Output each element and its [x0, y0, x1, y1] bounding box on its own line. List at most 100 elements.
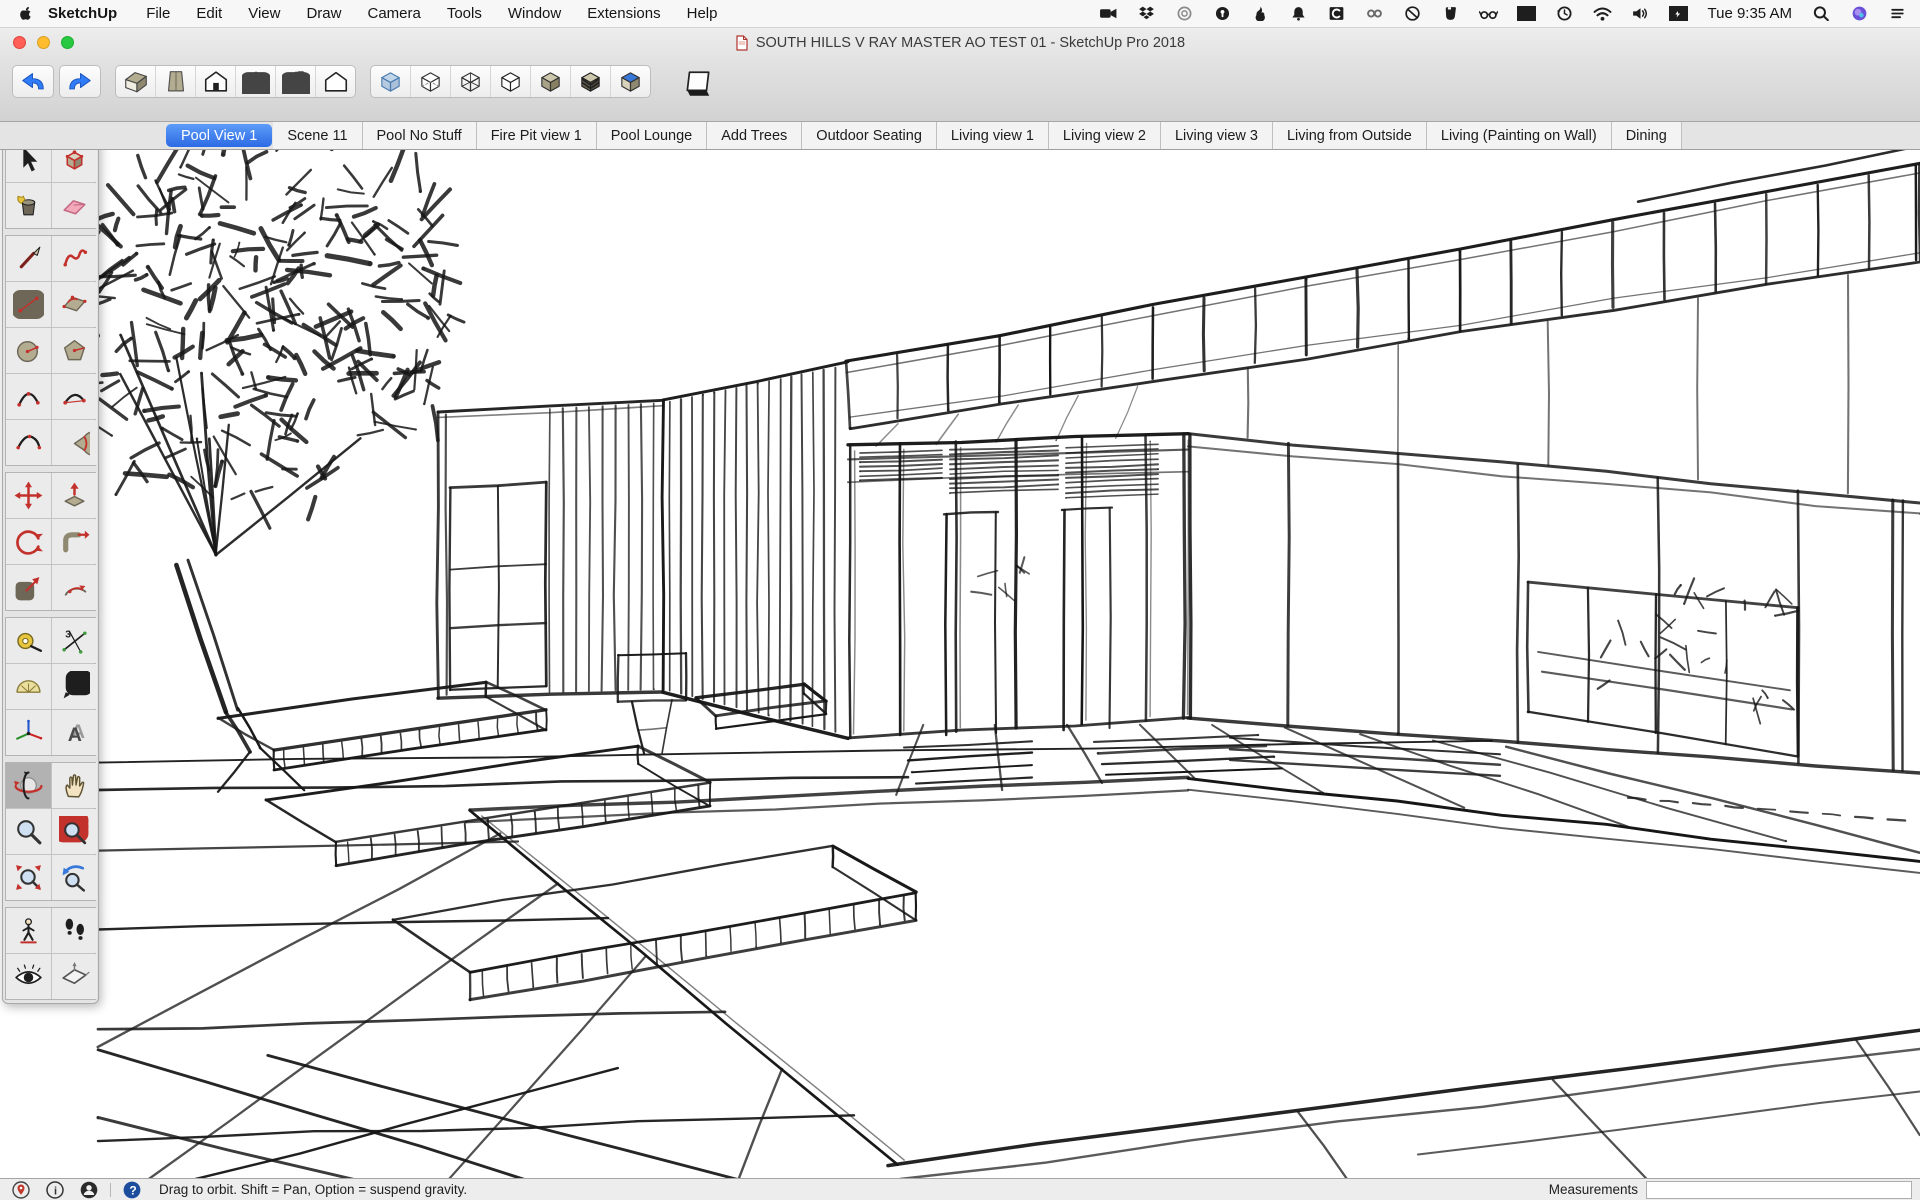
- previous-tool[interactable]: [52, 855, 97, 900]
- menubar-screenshot[interactable]: [1514, 3, 1540, 25]
- status-account-button[interactable]: [76, 1179, 102, 1201]
- menubar-glasses[interactable]: [1476, 3, 1502, 25]
- face-style-shaded-button[interactable]: [531, 66, 571, 97]
- menubar-battery[interactable]: [1666, 3, 1692, 25]
- menubar-screen-mirroring[interactable]: [1096, 3, 1122, 25]
- app-menu-title[interactable]: SketchUp: [40, 5, 133, 22]
- tab-fire-pit-view-1[interactable]: Fire Pit view 1: [476, 122, 597, 149]
- tab-dining[interactable]: Dining: [1611, 122, 1682, 149]
- protractor-tool[interactable]: [6, 664, 51, 709]
- menubar-siri[interactable]: [1846, 3, 1872, 25]
- menu-tools[interactable]: Tools: [434, 5, 495, 22]
- tab-outdoor-seating[interactable]: Outdoor Seating: [802, 122, 937, 149]
- redo-button[interactable]: [59, 65, 101, 98]
- menubar-time-machine[interactable]: [1552, 3, 1578, 25]
- circle-tool[interactable]: [6, 328, 51, 373]
- tab-pool-view-1[interactable]: Pool View 1: [166, 124, 273, 147]
- section-plane-tool[interactable]: [52, 954, 97, 999]
- tab-living-painting-on-wall[interactable]: Living (Painting on Wall): [1426, 122, 1612, 149]
- menubar-dropbox[interactable]: [1134, 3, 1160, 25]
- walk-tool[interactable]: [52, 908, 97, 953]
- paint-bucket-tool[interactable]: [6, 183, 51, 228]
- eraser-tool[interactable]: [52, 183, 97, 228]
- menubar-evernote[interactable]: [1438, 3, 1464, 25]
- tab-living-from-outside[interactable]: Living from Outside: [1272, 122, 1427, 149]
- tape-measure-tool[interactable]: [6, 618, 51, 663]
- menubar-notification-center[interactable]: [1884, 3, 1910, 25]
- face-style-monochrome-button[interactable]: [611, 66, 650, 97]
- face-style-wireframe-button[interactable]: [451, 66, 491, 97]
- tab-add-trees[interactable]: Add Trees: [707, 122, 803, 149]
- minimize-window-button[interactable]: [37, 36, 50, 49]
- status-help-button[interactable]: ?: [119, 1179, 145, 1201]
- tab-scene-11[interactable]: Scene 11: [273, 122, 363, 149]
- menubar-spotlight[interactable]: [1808, 3, 1834, 25]
- scale-tool[interactable]: [6, 565, 51, 610]
- 3d-text-tool[interactable]: AA: [52, 710, 97, 755]
- model-viewport[interactable]: [0, 150, 1920, 1180]
- view-right-button[interactable]: [236, 66, 276, 97]
- push-pull-tool[interactable]: [52, 473, 97, 518]
- menu-view[interactable]: View: [235, 5, 293, 22]
- offset-tool[interactable]: [52, 565, 97, 610]
- status-credits-button[interactable]: i: [42, 1179, 68, 1201]
- menubar-wifi[interactable]: [1590, 3, 1616, 25]
- view-iso-button[interactable]: [116, 66, 156, 97]
- tab-pool-lounge[interactable]: Pool Lounge: [596, 122, 708, 149]
- menu-draw[interactable]: Draw: [293, 5, 354, 22]
- menu-window[interactable]: Window: [495, 5, 574, 22]
- zoom-window-tool[interactable]: [52, 809, 97, 854]
- menubar-do-not-disturb[interactable]: [1400, 3, 1426, 25]
- view-front-button[interactable]: [196, 66, 236, 97]
- polygon-tool[interactable]: [52, 328, 97, 373]
- tab-living-view-2[interactable]: Living view 2: [1048, 122, 1161, 149]
- tab-pool-no-stuff[interactable]: Pool No Stuff: [362, 122, 477, 149]
- menubar-volume[interactable]: [1628, 3, 1654, 25]
- status-geolocation-button[interactable]: [8, 1179, 34, 1201]
- line-tool[interactable]: [6, 236, 51, 281]
- menubar-notifications[interactable]: [1286, 3, 1312, 25]
- tab-living-view-1[interactable]: Living view 1: [936, 122, 1049, 149]
- view-left-button[interactable]: [316, 66, 355, 97]
- arc-tool[interactable]: [6, 374, 51, 419]
- undo-button[interactable]: [12, 65, 54, 98]
- window-title-bar[interactable]: SOUTH HILLS V RAY MASTER AO TEST 01 - Sk…: [0, 28, 1920, 58]
- measurements-input[interactable]: [1646, 1180, 1912, 1199]
- menu-extensions[interactable]: Extensions: [574, 5, 673, 22]
- orbit-tool[interactable]: [6, 763, 51, 808]
- close-window-button[interactable]: [13, 36, 26, 49]
- view-top-button[interactable]: [156, 66, 196, 97]
- menu-help[interactable]: Help: [674, 5, 731, 22]
- pan-tool[interactable]: [52, 763, 97, 808]
- rotate-tool[interactable]: [6, 519, 51, 564]
- three-point-arc-tool[interactable]: [6, 420, 51, 465]
- freehand-tool[interactable]: [52, 236, 97, 281]
- menubar-adobe-creative-cloud[interactable]: [1172, 3, 1198, 25]
- menubar-one-password[interactable]: [1210, 3, 1236, 25]
- look-around-tool[interactable]: [6, 954, 51, 999]
- dimension-tool[interactable]: 3: [52, 618, 97, 663]
- tab-living-view-3[interactable]: Living view 3: [1160, 122, 1273, 149]
- rotated-rectangle-tool[interactable]: [52, 282, 97, 327]
- menu-file[interactable]: File: [133, 5, 183, 22]
- face-style-hidden-line-button[interactable]: [491, 66, 531, 97]
- axes-tool[interactable]: [6, 710, 51, 755]
- apple-menu[interactable]: [10, 3, 40, 25]
- view-back-button[interactable]: [276, 66, 316, 97]
- move-tool[interactable]: [6, 473, 51, 518]
- zoom-window-button[interactable]: [61, 36, 74, 49]
- rectangle-tool[interactable]: [6, 282, 51, 327]
- menubar-flame[interactable]: [1248, 3, 1274, 25]
- menubar-contacts[interactable]: [1324, 3, 1350, 25]
- pie-tool[interactable]: [52, 420, 97, 465]
- zoom-tool[interactable]: [6, 809, 51, 854]
- section-display-button[interactable]: [675, 65, 721, 103]
- menu-camera[interactable]: Camera: [354, 5, 433, 22]
- face-style-shaded-with-textures-button[interactable]: [571, 66, 611, 97]
- text-tool[interactable]: A1: [52, 664, 97, 709]
- face-style-back-edges-button[interactable]: [411, 66, 451, 97]
- menu-edit[interactable]: Edit: [183, 5, 235, 22]
- face-style-x-ray-button[interactable]: [371, 66, 411, 97]
- two-point-arc-tool[interactable]: [52, 374, 97, 419]
- zoom-extents-tool[interactable]: [6, 855, 51, 900]
